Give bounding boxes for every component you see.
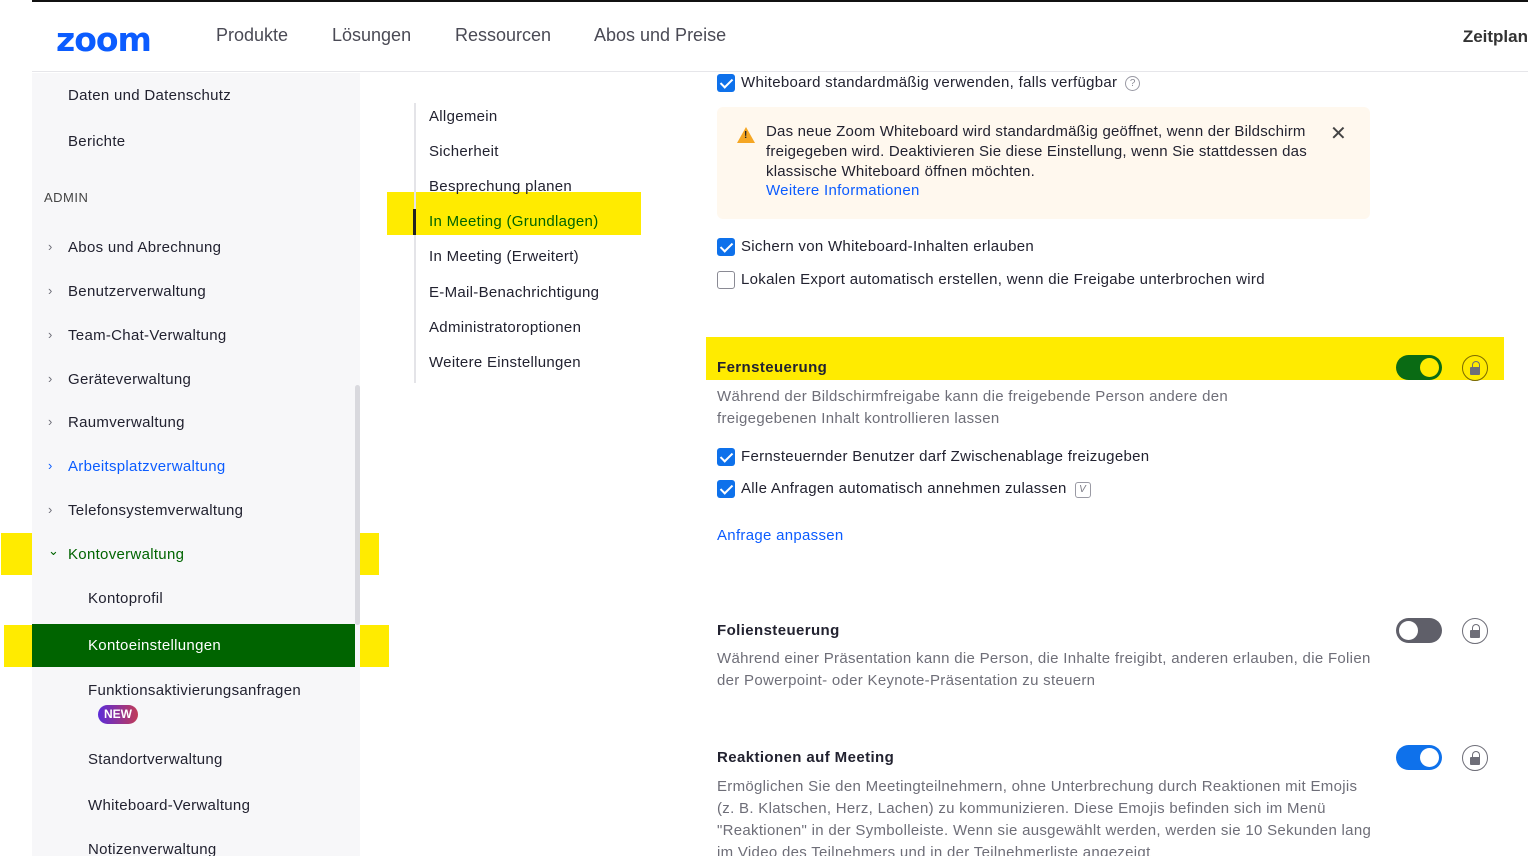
subnav-in-meeting-erweitert[interactable]: In Meeting (Erweitert)	[429, 248, 579, 265]
sidebar-item-benutzer[interactable]: › Benutzerverwaltung	[32, 272, 360, 312]
sidebar-subitem-standort[interactable]: Standortverwaltung	[32, 740, 360, 780]
subnav-track	[414, 103, 416, 383]
checkbox-checked[interactable]	[717, 480, 735, 498]
nav-produkte[interactable]: Produkte	[216, 25, 288, 46]
customize-request-link[interactable]: Anfrage anpassen	[717, 527, 844, 544]
toggle-knob	[1420, 748, 1439, 767]
close-icon[interactable]: ✕	[1330, 121, 1347, 146]
whiteboard-info-alert: Das neue Zoom Whiteboard wird standardmä…	[717, 107, 1370, 219]
reactions-toggle[interactable]	[1396, 745, 1442, 770]
sidebar-item-berichte[interactable]: Berichte	[32, 122, 360, 162]
toggle-knob	[1399, 621, 1418, 640]
subnav-in-meeting-grundlagen[interactable]: In Meeting (Grundlagen)	[429, 213, 599, 230]
chevron-right-icon: ›	[48, 327, 53, 342]
chevron-right-icon: ›	[48, 371, 53, 386]
chevron-right-icon: ›	[48, 239, 53, 254]
slide-control-desc: Während einer Präsentation kann die Pers…	[717, 650, 1371, 689]
sidebar-subitem-funktionsaktivierung[interactable]: Funktionsaktivierungsanfragen	[32, 671, 360, 711]
subnav-besprechung-planen[interactable]: Besprechung planen	[429, 178, 572, 195]
left-margin	[0, 0, 32, 856]
nav-loesungen[interactable]: Lösungen	[332, 25, 411, 46]
sidebar-subitem-kontoprofil[interactable]: Kontoprofil	[32, 579, 360, 619]
sidebar-subitem-notizen[interactable]: Notizenverwaltung	[32, 830, 360, 856]
nav-zeitplan[interactable]: Zeitplan	[1463, 27, 1528, 47]
chevron-right-icon: ›	[48, 458, 53, 473]
sidebar-item-kontoverwaltung[interactable]: ⌄ Kontoverwaltung	[32, 535, 360, 575]
sidebar-item-raum[interactable]: › Raumverwaltung	[32, 403, 360, 443]
chevron-right-icon: ›	[48, 414, 53, 429]
toggle-knob	[1420, 358, 1439, 377]
new-badge: NEW	[98, 705, 138, 724]
sidebar-section-admin: ADMIN	[44, 190, 89, 205]
warning-icon	[737, 127, 755, 143]
zoom-logo[interactable]: zoom	[56, 20, 152, 59]
remote-control-toggle[interactable]	[1396, 355, 1442, 380]
remote-control-desc: Während der Bildschirmfreigabe kann die …	[717, 388, 1229, 427]
subnav-allgemein[interactable]: Allgemein	[429, 108, 498, 125]
checkbox-checked[interactable]	[717, 74, 735, 92]
sidebar-scrollbar[interactable]	[355, 385, 360, 625]
slide-control-title: Foliensteuerung	[717, 622, 840, 639]
sidebar-item-geraete[interactable]: › Geräteverwaltung	[32, 360, 360, 400]
slide-control-toggle[interactable]	[1396, 618, 1442, 643]
more-info-link[interactable]: Weitere Informationen	[766, 182, 920, 199]
remote-control-title: Fernsteuerung	[717, 359, 828, 376]
chevron-down-icon: ⌄	[48, 543, 60, 558]
sidebar-item-team-chat[interactable]: › Team-Chat-Verwaltung	[32, 316, 360, 356]
lock-icon[interactable]	[1462, 355, 1488, 381]
top-header: zoom Produkte Lösungen Ressourcen Abos u…	[32, 2, 1528, 72]
nav-ressourcen[interactable]: Ressourcen	[455, 25, 551, 46]
checkbox-checked[interactable]	[717, 448, 735, 466]
reactions-desc: Ermöglichen Sie den Meetingteilnehmern, …	[717, 778, 1372, 856]
reactions-title: Reaktionen auf Meeting	[717, 749, 895, 766]
left-sidebar: Daten und Datenschutz Berichte ADMIN › Ab…	[32, 73, 360, 856]
lock-icon[interactable]	[1462, 618, 1488, 644]
sidebar-item-telefon[interactable]: › Telefonsystemverwaltung	[32, 491, 360, 531]
chevron-right-icon: ›	[48, 283, 53, 298]
chevron-right-icon: ›	[48, 502, 53, 517]
sidebar-item-arbeitsplatz[interactable]: › Arbeitsplatzverwaltung	[32, 447, 360, 487]
subnav-active-indicator	[413, 209, 416, 235]
checkbox-checked[interactable]	[717, 238, 735, 256]
nav-abos-preise[interactable]: Abos und Preise	[594, 25, 726, 46]
sidebar-item-datenschutz[interactable]: Daten und Datenschutz	[32, 76, 360, 116]
checkbox-unchecked[interactable]	[717, 271, 735, 289]
help-icon[interactable]: ?	[1125, 76, 1141, 91]
subnav-weitere[interactable]: Weitere Einstellungen	[429, 354, 581, 371]
sidebar-subitem-kontoeinstellungen[interactable]: Kontoeinstellungen	[32, 624, 355, 667]
sidebar-subitem-whiteboard[interactable]: Whiteboard-Verwaltung	[32, 786, 360, 826]
subnav-administrator[interactable]: Administratoroptionen	[429, 319, 581, 336]
subnav-sicherheit[interactable]: Sicherheit	[429, 143, 499, 160]
subnav-email[interactable]: E-Mail-Benachrichtigung	[429, 284, 599, 301]
lock-icon[interactable]	[1462, 745, 1488, 771]
version-icon: V	[1074, 482, 1091, 498]
sidebar-item-abos[interactable]: › Abos und Abrechnung	[32, 228, 360, 268]
